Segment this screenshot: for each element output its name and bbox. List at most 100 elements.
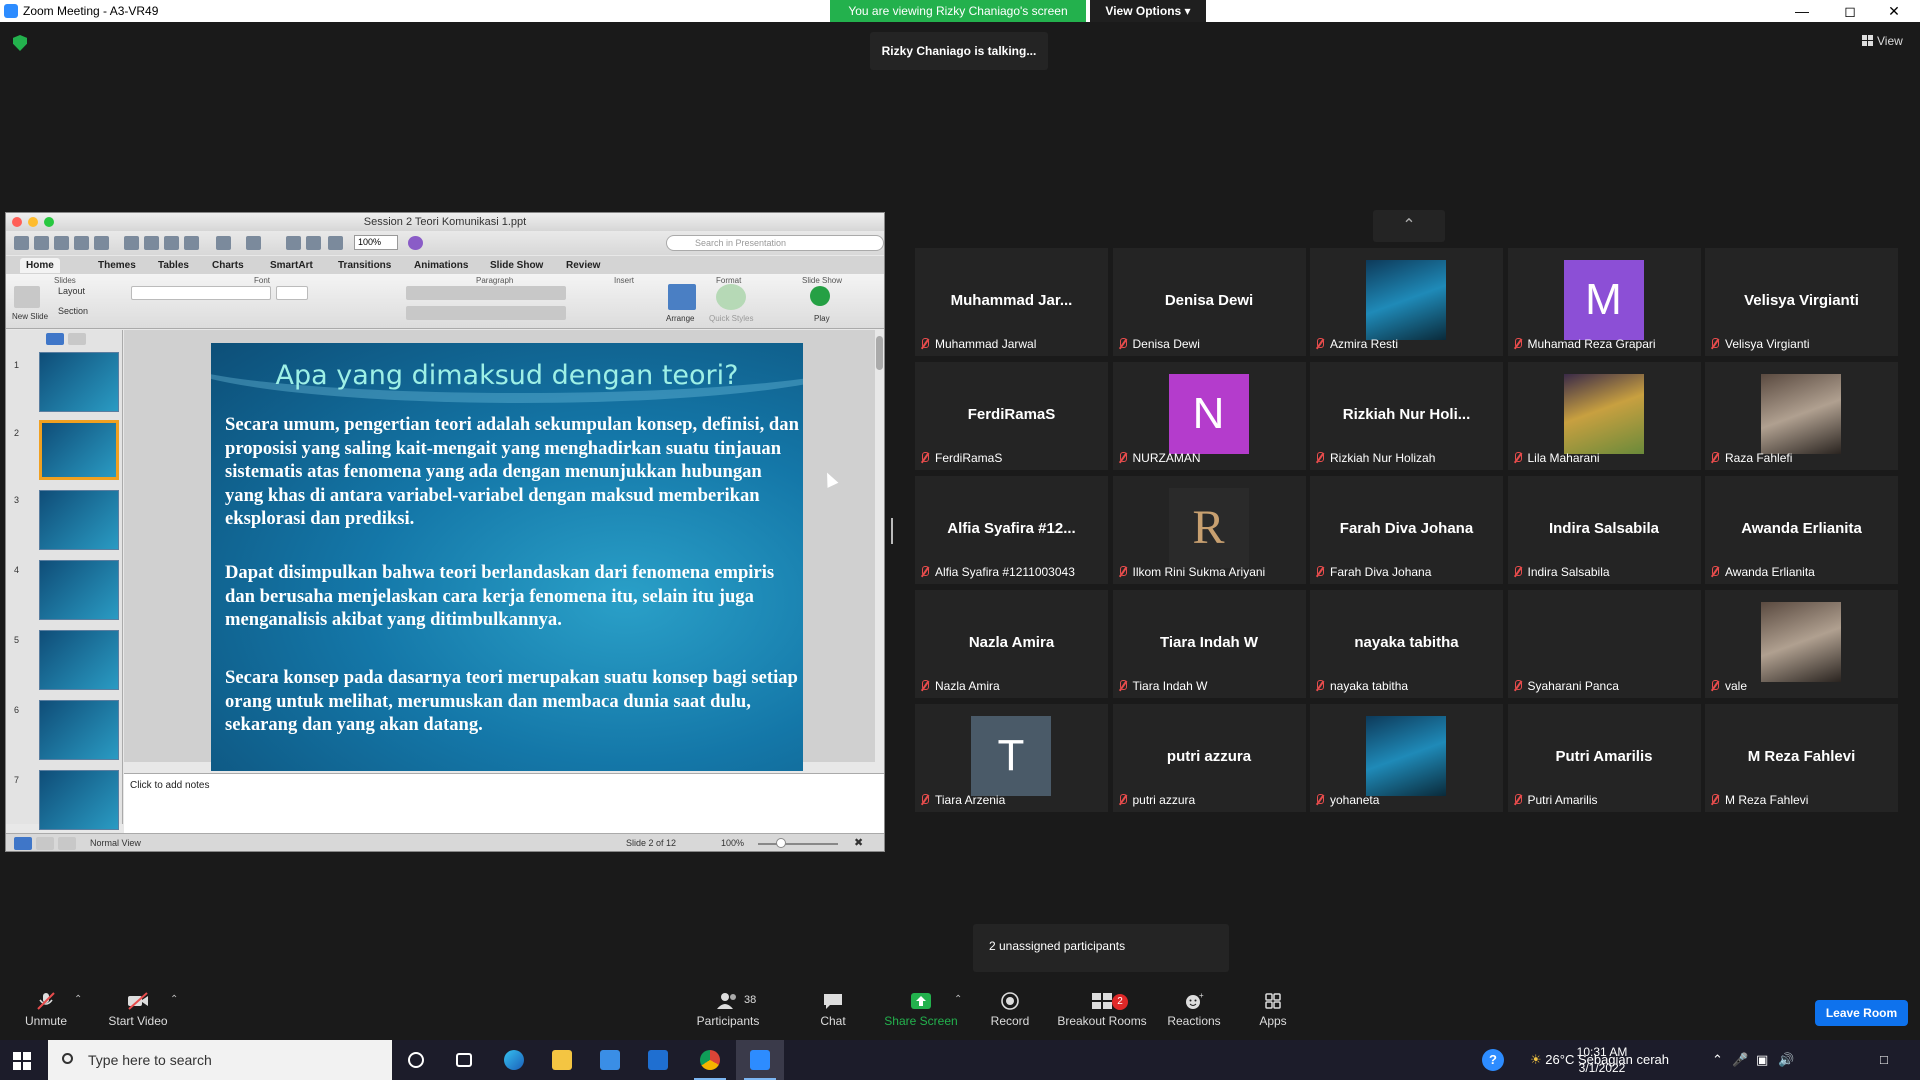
tab-themes[interactable]: Themes [92,258,142,273]
share-screen-button[interactable]: Share Screen [880,980,962,1040]
cortana-icon[interactable] [392,1040,440,1080]
cut-icon[interactable] [124,236,139,250]
help-icon[interactable] [408,236,423,250]
participant-tile[interactable]: Lila Maharani [1507,362,1701,470]
zoom-taskbar-icon[interactable] [736,1040,784,1080]
task-view-icon[interactable] [440,1040,488,1080]
participant-tile[interactable]: vale [1705,590,1898,698]
paste-icon[interactable] [164,236,179,250]
gallery-icon[interactable] [286,236,301,250]
participant-tile[interactable]: R Ilkom Rini Sukma Ariyani [1112,476,1306,584]
participant-tile[interactable]: putri azzura putri azzura [1112,704,1306,812]
participant-tile[interactable]: M Reza Fahlevi M Reza Fahlevi [1705,704,1898,812]
print-icon[interactable] [94,236,109,250]
outline-view-icon[interactable] [68,333,86,345]
network-icon[interactable]: ▣ [1756,1040,1768,1080]
zoom-dot-icon[interactable] [44,217,54,227]
format-painter-icon[interactable] [184,236,199,250]
tab-charts[interactable]: Charts [206,258,250,273]
chrome-icon[interactable] [686,1040,734,1080]
participant-tile[interactable]: nayaka tabitha nayaka tabitha [1310,590,1503,698]
taskbar-clock[interactable]: 10:31 AM 3/1/2022 [1558,1044,1646,1076]
new-slide-icon[interactable] [14,286,40,308]
audio-options-caret-icon[interactable]: ⌃ [74,994,82,1005]
participant-tile[interactable]: Rizkiah Nur Holi... Rizkiah Nur Holizah [1310,362,1503,470]
video-options-caret-icon[interactable]: ⌃ [170,994,178,1005]
volume-icon[interactable]: 🔊 [1778,1040,1794,1080]
minimize-dot-icon[interactable] [28,217,38,227]
chat-button[interactable]: Chat [808,980,858,1040]
unassigned-participants-popup[interactable]: 2 unassigned participants [973,924,1229,972]
slide-thumbnail[interactable] [39,352,119,412]
microsoft-store-icon[interactable] [586,1040,634,1080]
insert-buttons[interactable] [596,286,652,320]
zoom-slider-knob[interactable] [776,838,786,848]
layout-button[interactable]: Layout [58,286,85,296]
windows-start-icon[interactable] [13,1052,31,1070]
toolbox-icon[interactable] [306,236,321,250]
zoom-select[interactable]: 100% [354,235,398,250]
minimize-icon[interactable]: — [1780,0,1824,22]
slideshow-icon[interactable] [328,236,343,250]
participant-tile[interactable]: Syaharani Panca [1507,590,1701,698]
participant-tile[interactable]: Azmira Resti [1310,248,1503,356]
participant-tile[interactable]: Raza Fahlefi [1705,362,1898,470]
tab-smartart[interactable]: SmartArt [264,258,319,273]
font-name-select[interactable] [131,286,271,300]
edge-browser-icon[interactable] [490,1040,538,1080]
list-buttons[interactable] [406,286,566,300]
gallery-collapse-button[interactable]: ⌃ [1373,210,1445,242]
tab-review[interactable]: Review [560,258,606,273]
slide-thumbnail[interactable] [39,560,119,620]
participant-tile[interactable]: Tiara Indah W Tiara Indah W [1112,590,1306,698]
participant-tile[interactable]: M Muhamad Reza Grapari [1507,248,1701,356]
participant-tile[interactable]: T Tiara Arzenia [915,704,1108,812]
zoom-slider[interactable] [758,843,838,845]
slide-thumbnail[interactable] [39,630,119,690]
font-format-buttons[interactable] [131,306,381,320]
participant-tile[interactable]: Awanda Erlianita Awanda Erlianita [1705,476,1898,584]
close-icon[interactable]: ✕ [1872,0,1916,22]
tab-animations[interactable]: Animations [408,258,474,273]
breakout-rooms-button[interactable]: Breakout Rooms [1056,980,1148,1040]
notes-pane[interactable]: Click to add notes [124,773,884,833]
participant-tile[interactable]: Nazla Amira Nazla Amira [915,590,1108,698]
slide-scrollbar[interactable] [875,330,884,762]
maximize-icon[interactable]: ◻ [1828,0,1872,22]
font-size-select[interactable] [276,286,308,300]
tab-slide-show[interactable]: Slide Show [484,258,549,273]
record-button[interactable]: Record [984,980,1036,1040]
view-options-button[interactable]: View Options ▾ [1090,0,1206,22]
close-dot-icon[interactable] [12,217,22,227]
quick-styles-icon[interactable] [716,284,746,310]
start-video-button[interactable]: Start Video [104,980,172,1040]
copy-icon[interactable] [144,236,159,250]
encryption-shield-icon[interactable] [13,35,27,51]
fit-window-icon[interactable]: ✖ [854,836,863,849]
file-explorer-icon[interactable] [538,1040,586,1080]
new-icon[interactable] [14,236,29,250]
participants-button[interactable]: Participants [690,980,766,1040]
slides-view-icon[interactable] [46,333,64,345]
tab-home[interactable]: Home [20,258,60,273]
sorter-view-icon[interactable] [36,837,54,850]
presenter-view-icon[interactable] [58,837,76,850]
participant-tile[interactable]: FerdiRamaS FerdiRamaS [915,362,1108,470]
slide-thumbnails-pane[interactable]: 1 2 3 4 5 6 7 [6,330,123,830]
arrange-button[interactable]: Arrange [666,314,694,323]
play-button[interactable]: Play [814,314,830,323]
slide-thumbnail[interactable] [39,770,119,830]
slide-thumbnail-selected[interactable] [39,420,119,480]
view-button[interactable]: View [1862,34,1903,48]
save-icon[interactable] [74,236,89,250]
normal-view-icon[interactable] [14,837,32,850]
arrange-icon[interactable] [668,284,696,310]
slide-thumbnail[interactable] [39,490,119,550]
section-button[interactable]: Section [58,306,88,316]
open-icon[interactable] [54,236,69,250]
participant-tile[interactable]: Farah Diva Johana Farah Diva Johana [1310,476,1503,584]
participant-tile[interactable]: N NURZAMAN [1112,362,1306,470]
microphone-tray-icon[interactable]: 🎤 [1732,1040,1748,1080]
leave-room-button[interactable]: Leave Room [1815,1000,1908,1026]
mail-icon[interactable] [634,1040,682,1080]
